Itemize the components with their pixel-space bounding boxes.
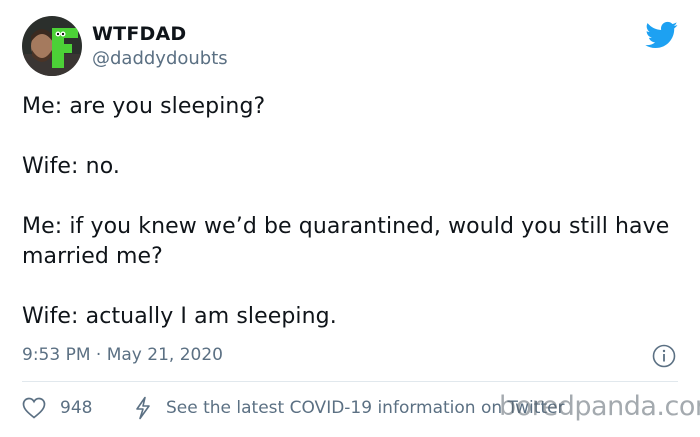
tweet-timestamp[interactable]: 9:53 PM · May 21, 2020 bbox=[22, 345, 223, 365]
watermark: boredpanda.com bbox=[499, 391, 700, 422]
info-icon[interactable] bbox=[652, 344, 676, 368]
divider bbox=[22, 381, 678, 382]
display-name[interactable]: WTFDAD bbox=[92, 23, 186, 45]
tweet-card: WTFDAD @daddydoubts Me: are you sleeping… bbox=[0, 0, 700, 437]
user-handle[interactable]: @daddydoubts bbox=[92, 48, 228, 69]
tweet-text: Me: are you sleeping? Wife: no. Me: if y… bbox=[22, 94, 670, 329]
heart-icon[interactable] bbox=[22, 397, 46, 419]
tweet-header: WTFDAD @daddydoubts bbox=[22, 16, 678, 78]
twitter-bird-icon[interactable] bbox=[644, 18, 678, 52]
like-count[interactable]: 948 bbox=[60, 398, 92, 418]
lightning-icon bbox=[132, 396, 154, 420]
avatar[interactable] bbox=[22, 16, 82, 76]
